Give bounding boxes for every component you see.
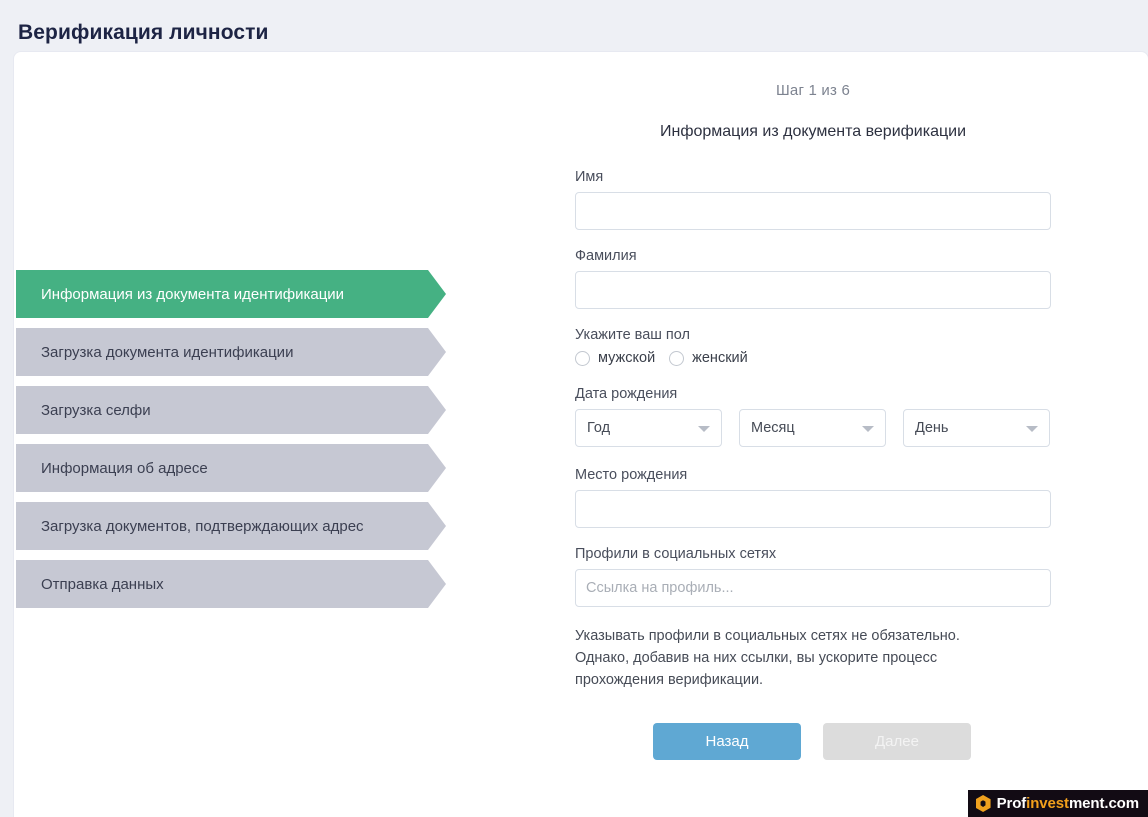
gender-radio-group: мужской женский xyxy=(575,350,1051,366)
verification-card: Информация из документа идентификации За… xyxy=(14,52,1148,817)
watermark: Profinvestment.com xyxy=(967,790,1148,817)
last-name-input[interactable] xyxy=(575,271,1051,309)
sidebar-item-submit-data[interactable]: Отправка данных xyxy=(16,560,428,608)
sidebar-item-label: Информация из документа идентификации xyxy=(41,285,345,303)
radio-icon[interactable] xyxy=(575,350,590,366)
sidebar-item-upload-id-document[interactable]: Загрузка документа идентификации xyxy=(16,328,428,376)
gender-option-label: мужской xyxy=(598,350,656,366)
gender-label: Укажите ваш пол xyxy=(575,327,690,343)
sidebar-item-label: Загрузка документов, подтверждающих адре… xyxy=(41,517,364,535)
watermark-text-ment: ment.com xyxy=(1068,795,1139,812)
birth-year-select[interactable]: Год xyxy=(575,409,722,447)
verification-page: Верификация личности Информация из докум… xyxy=(0,0,1148,817)
verification-form: Шаг 1 из 6 Информация из документа вериф… xyxy=(575,82,1051,761)
gender-option-male[interactable]: мужской xyxy=(575,350,655,366)
chevron-down-icon xyxy=(698,426,710,432)
social-profiles-hint: Указывать профили в социальных сетях не … xyxy=(575,628,960,689)
watermark-text-invest: invest xyxy=(1026,795,1069,812)
next-button: Далее xyxy=(823,723,971,761)
hexagon-logo-icon xyxy=(975,795,991,812)
chevron-down-icon xyxy=(1026,426,1038,432)
chevron-down-icon xyxy=(862,426,874,432)
sidebar-item-label: Загрузка селфи xyxy=(41,401,151,419)
first-name-label: Имя xyxy=(575,169,604,185)
form-actions: Назад Далее xyxy=(575,723,1051,761)
social-profiles-label: Профили в социальных сетях xyxy=(575,546,777,562)
last-name-label: Фамилия xyxy=(575,248,637,264)
step-counter: Шаг 1 из 6 xyxy=(775,82,850,99)
sidebar-item-upload-selfie[interactable]: Загрузка селфи xyxy=(16,386,428,434)
birth-place-input[interactable] xyxy=(575,490,1051,528)
watermark-text: Profinvestment.com xyxy=(996,795,1140,812)
first-name-input[interactable] xyxy=(575,192,1051,230)
birth-date-selects: Год Месяц День xyxy=(575,409,1051,447)
back-button[interactable]: Назад xyxy=(653,723,801,761)
social-profiles-input[interactable] xyxy=(575,569,1051,607)
birth-year-value: Год xyxy=(587,420,611,436)
form-heading: Информация из документа верификации xyxy=(659,123,967,140)
radio-icon[interactable] xyxy=(669,350,685,366)
birth-day-value: День xyxy=(915,420,949,436)
sidebar-item-identity-info[interactable]: Информация из документа идентификации xyxy=(16,270,428,318)
sidebar-item-label: Отправка данных xyxy=(41,575,164,593)
gender-option-female[interactable]: женский xyxy=(669,350,748,366)
birth-place-label: Место рождения xyxy=(575,467,688,483)
first-name-field-group: Имя xyxy=(575,169,1051,230)
gender-option-label: женский xyxy=(692,350,748,366)
social-profiles-field-group: Профили в социальных сетях xyxy=(575,546,1051,607)
birth-month-value: Месяц xyxy=(751,420,795,436)
watermark-text-prof: Prof xyxy=(996,795,1027,812)
birth-place-field-group: Место рождения xyxy=(575,467,1051,528)
birth-month-select[interactable]: Месяц xyxy=(739,409,886,447)
sidebar-item-label: Загрузка документа идентификации xyxy=(41,343,294,361)
sidebar-item-address-info[interactable]: Информация об адресе xyxy=(16,444,428,492)
last-name-field-group: Фамилия xyxy=(575,248,1051,309)
step-navigation: Информация из документа идентификации За… xyxy=(16,270,466,618)
birth-day-select[interactable]: День xyxy=(903,409,1050,447)
sidebar-item-upload-address-documents[interactable]: Загрузка документов, подтверждающих адре… xyxy=(16,502,428,550)
sidebar-item-label: Информация об адресе xyxy=(41,459,208,477)
page-title: Верификация личности xyxy=(18,21,269,45)
birth-date-label: Дата рождения xyxy=(575,386,678,402)
